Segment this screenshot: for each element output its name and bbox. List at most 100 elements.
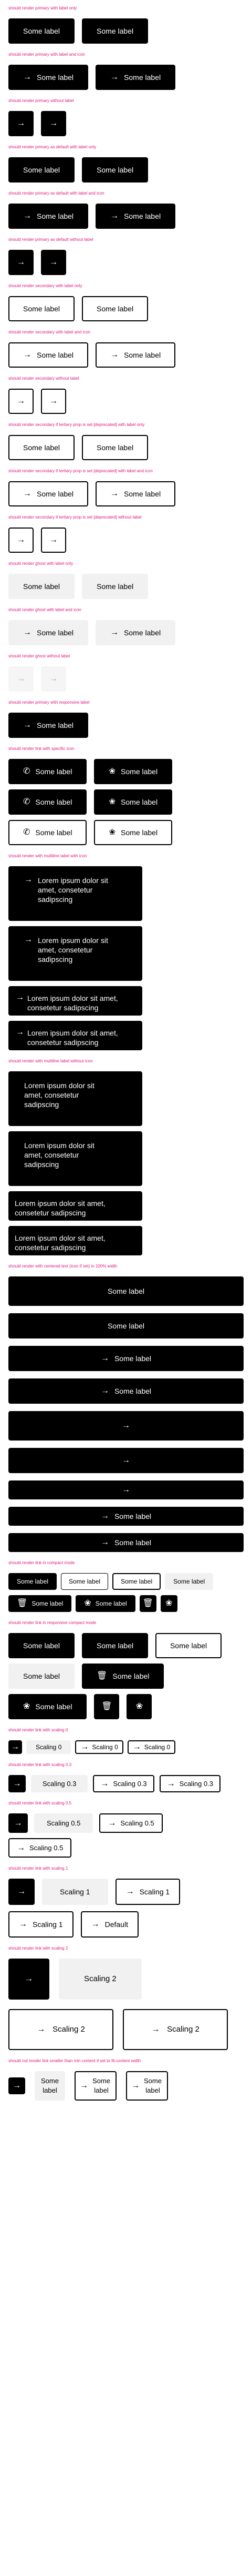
- scaling-button[interactable]: → Scaling 0.5: [99, 1813, 163, 1833]
- fit-content-button[interactable]: → Some label: [75, 2071, 117, 2101]
- compact-ghost-button[interactable]: Some label: [165, 1573, 214, 1590]
- secondary-button[interactable]: → Some label: [8, 481, 89, 506]
- scaling-button[interactable]: → Scaling 1: [115, 1879, 181, 1905]
- scaling-icon-button[interactable]: →: [8, 1879, 35, 1905]
- scaling-button[interactable]: → Default: [80, 1911, 139, 1938]
- scaling-button[interactable]: → Scaling 0: [75, 1740, 123, 1754]
- fit-content-button[interactable]: Some label: [35, 2071, 65, 2101]
- secondary-button[interactable]: → Some label: [96, 342, 176, 368]
- full-width-button[interactable]: → Some label: [8, 1378, 244, 1404]
- secondary-button[interactable]: ❀ Some label: [94, 820, 173, 845]
- compact-icon-button[interactable]: ❀: [160, 1595, 177, 1612]
- responsive-compact-button[interactable]: 🗑 Some label: [82, 1664, 164, 1689]
- scaling-button[interactable]: → Scaling 0.3: [93, 1775, 154, 1792]
- primary-button[interactable]: Some label: [82, 18, 149, 44]
- primary-multiline-button[interactable]: → Lorem ipsum dolor sit amet, consetetur …: [8, 926, 142, 981]
- primary-button[interactable]: → Some label: [96, 65, 176, 90]
- ghost-button[interactable]: Some label: [82, 574, 149, 599]
- primary-button[interactable]: ❀ Some label: [94, 759, 173, 784]
- scaling-button[interactable]: Scaling 0: [26, 1740, 71, 1754]
- primary-button[interactable]: ✆ Some label: [8, 759, 87, 784]
- scaling-button[interactable]: Scaling 1: [42, 1879, 108, 1905]
- scaling-button[interactable]: → Scaling 0.3: [159, 1775, 220, 1792]
- scaling-button[interactable]: → Scaling 2: [8, 2009, 113, 2050]
- primary-button[interactable]: → Some label: [8, 65, 89, 90]
- secondary-button[interactable]: → Some label: [96, 481, 176, 506]
- button-label: Some label: [37, 351, 74, 359]
- compact-secondary-button[interactable]: Some label: [112, 1573, 161, 1590]
- scaling-button[interactable]: Scaling 0.5: [34, 1813, 93, 1833]
- full-width-button[interactable]: → Some label: [8, 1346, 244, 1371]
- responsive-compact-icon-button[interactable]: ❀: [127, 1694, 152, 1719]
- ghost-button[interactable]: → Some label: [96, 620, 176, 645]
- full-width-icon-button[interactable]: →: [8, 1480, 244, 1499]
- primary-icon-button[interactable]: →: [8, 111, 34, 136]
- ghost-button[interactable]: Some label: [8, 574, 75, 599]
- compact-primary-button[interactable]: 🗑 Some label: [8, 1595, 72, 1612]
- responsive-compact-button[interactable]: Some label: [82, 1633, 149, 1658]
- responsive-compact-button[interactable]: Some label: [8, 1633, 75, 1658]
- secondary-button[interactable]: ✆ Some label: [8, 820, 87, 845]
- primary-button[interactable]: Some label: [8, 157, 75, 182]
- secondary-icon-button[interactable]: →: [8, 389, 34, 414]
- full-width-button[interactable]: → Some label: [8, 1533, 244, 1552]
- secondary-icon-button[interactable]: →: [41, 528, 66, 553]
- full-width-button[interactable]: Some label: [8, 1276, 244, 1306]
- scaling-icon-button[interactable]: →: [8, 1740, 22, 1754]
- ghost-button[interactable]: → Some label: [8, 620, 89, 645]
- full-width-icon-button[interactable]: →: [8, 1448, 244, 1473]
- secondary-button[interactable]: Some label: [82, 296, 149, 321]
- primary-multiline-button[interactable]: → Lorem ipsum dolor sit amet, consetetur …: [8, 1021, 142, 1050]
- button-label: Some label: [97, 582, 134, 591]
- scaling-button[interactable]: → Scaling 1: [8, 1911, 74, 1938]
- arrow-right-icon: →: [13, 1779, 22, 1788]
- primary-button[interactable]: ✆ Some label: [8, 789, 87, 815]
- primary-multiline-button[interactable]: Lorem ipsum dolor sit amet, consetetur s…: [8, 1226, 142, 1255]
- primary-button[interactable]: Some label: [82, 157, 149, 182]
- primary-icon-button[interactable]: →: [41, 111, 66, 136]
- secondary-button[interactable]: Some label: [8, 435, 75, 460]
- compact-secondary-button[interactable]: Some label: [61, 1573, 109, 1590]
- compact-primary-button[interactable]: Some label: [8, 1573, 57, 1590]
- scaling-button[interactable]: → Scaling 0: [127, 1740, 176, 1754]
- ghost-icon-button[interactable]: →: [41, 666, 66, 692]
- primary-icon-button[interactable]: →: [8, 250, 34, 275]
- button-label: Some label: [17, 1578, 49, 1585]
- scaling-button[interactable]: Scaling 0.3: [31, 1775, 88, 1792]
- primary-multiline-button[interactable]: Lorem ipsum dolor sit amet, consetetur s…: [8, 1131, 142, 1186]
- fit-content-icon-button[interactable]: →: [8, 2077, 25, 2094]
- primary-multiline-button[interactable]: → Lorem ipsum dolor sit amet, consetetur …: [8, 986, 142, 1016]
- full-width-button[interactable]: → Some label: [8, 1507, 244, 1526]
- compact-icon-button[interactable]: 🗑: [139, 1595, 156, 1612]
- primary-icon-button[interactable]: →: [41, 250, 66, 275]
- scaling-button[interactable]: Scaling 2: [59, 1959, 142, 2000]
- responsive-compact-button[interactable]: Some label: [155, 1633, 222, 1658]
- secondary-icon-button[interactable]: →: [41, 389, 66, 414]
- primary-button[interactable]: → Some label: [8, 204, 89, 229]
- primary-multiline-button[interactable]: Lorem ipsum dolor sit amet, consetetur s…: [8, 1191, 142, 1221]
- responsive-compact-button[interactable]: Some label: [8, 1664, 75, 1689]
- responsive-compact-icon-button[interactable]: 🗑: [94, 1694, 120, 1719]
- secondary-button[interactable]: Some label: [8, 296, 75, 321]
- scaling-icon-button[interactable]: →: [8, 1959, 49, 2000]
- full-width-icon-button[interactable]: →: [8, 1411, 244, 1441]
- scaling-button[interactable]: → Scaling 2: [123, 2009, 228, 2050]
- primary-button[interactable]: ❀ Some label: [94, 789, 173, 815]
- compact-primary-button[interactable]: ❀ Some label: [76, 1595, 135, 1612]
- button-label: Some label: [23, 1641, 60, 1650]
- primary-button[interactable]: → Some label: [8, 713, 89, 738]
- secondary-icon-button[interactable]: →: [8, 528, 34, 553]
- scaling-icon-button[interactable]: →: [8, 1775, 26, 1792]
- scaling-button[interactable]: → Scaling 0.5: [8, 1838, 72, 1858]
- responsive-compact-button[interactable]: ❀ Some label: [8, 1694, 87, 1719]
- primary-multiline-button[interactable]: → Lorem ipsum dolor sit amet, consetetur …: [8, 866, 142, 921]
- primary-button[interactable]: → Some label: [96, 204, 176, 229]
- scaling-icon-button[interactable]: →: [8, 1813, 28, 1833]
- fit-content-button[interactable]: → Some label: [126, 2071, 168, 2101]
- full-width-button[interactable]: Some label: [8, 1313, 244, 1338]
- secondary-button[interactable]: → Some label: [8, 342, 89, 368]
- ghost-icon-button[interactable]: →: [8, 666, 34, 692]
- primary-multiline-button[interactable]: Lorem ipsum dolor sit amet, consetetur s…: [8, 1071, 142, 1126]
- primary-button[interactable]: Some label: [8, 18, 75, 44]
- secondary-button[interactable]: Some label: [82, 435, 149, 460]
